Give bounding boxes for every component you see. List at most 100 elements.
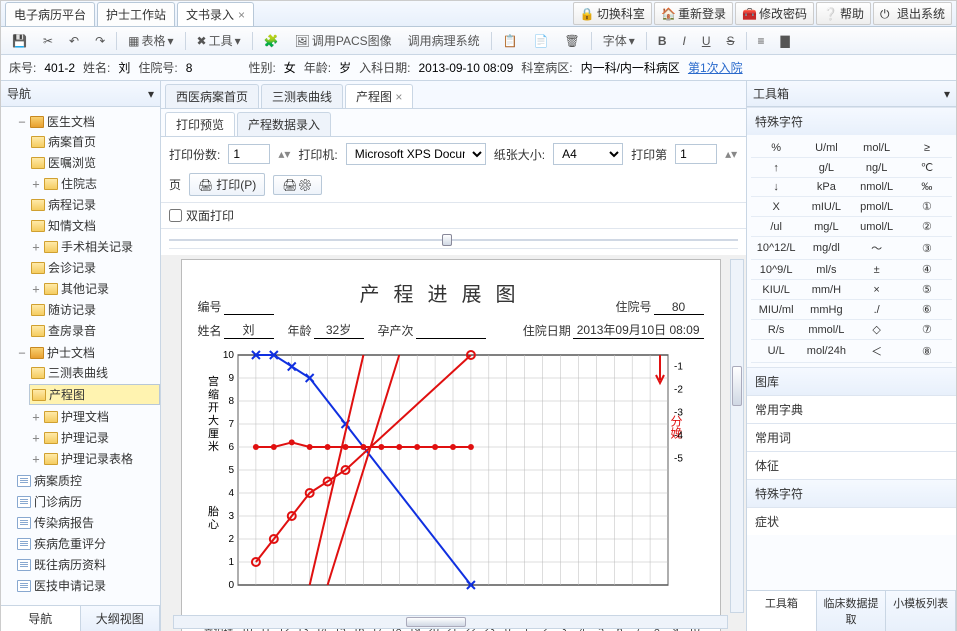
symbol-cell[interactable]: ④ [902, 260, 952, 280]
tool-pathology[interactable]: 调用病理系统 [403, 29, 485, 52]
toolbox-section-sym2[interactable]: 特殊字符 [747, 479, 956, 507]
admission-link[interactable]: 第1次入院 [688, 59, 743, 76]
toolbox-section-symbols[interactable]: 特殊字符 [747, 107, 956, 135]
change-password-button[interactable]: 🧰修改密码 [735, 2, 814, 25]
tree-item[interactable]: +护理记录 [29, 428, 160, 447]
tree-item[interactable]: 病程记录 [29, 195, 160, 214]
symbol-cell[interactable]: KIU/L [751, 280, 801, 300]
symbol-cell[interactable]: ＜ [852, 340, 902, 363]
tool-undo[interactable]: ↶ [64, 31, 84, 51]
switch-dept-button[interactable]: 🔒切换科室 [573, 2, 652, 25]
symbol-cell[interactable]: mm/H [801, 280, 851, 300]
symbol-cell[interactable]: ± [852, 260, 902, 280]
tree-item[interactable]: +其他记录 [29, 279, 160, 298]
duplex-checkbox[interactable] [169, 209, 182, 222]
tool-strike[interactable]: S [722, 31, 740, 51]
toolbox-section-word[interactable]: 常用词 [747, 423, 956, 451]
tool-align[interactable]: ≡ [753, 31, 770, 51]
toolbox-section-lib[interactable]: 图库 [747, 367, 956, 395]
tool-save[interactable]: 💾 [7, 31, 32, 51]
center-tab-2[interactable]: 产程图 × [345, 84, 413, 108]
main-tab-doc-entry[interactable]: 文书录入× [177, 2, 254, 26]
tree-nurse-root[interactable]: −护士文档 [15, 343, 160, 362]
main-tab-nurse[interactable]: 护士工作站 [97, 2, 175, 26]
symbol-cell[interactable]: ～ [852, 237, 902, 260]
nav-collapse-icon[interactable]: ▾ [148, 87, 154, 101]
tool-underline[interactable]: U [697, 31, 716, 51]
help-button[interactable]: ❔帮助 [816, 2, 871, 25]
symbol-cell[interactable]: ↑ [751, 158, 801, 178]
symbol-cell[interactable]: nmol/L [852, 178, 902, 197]
sub-tab-preview[interactable]: 打印预览 [165, 112, 235, 136]
hscrollbar[interactable] [173, 615, 728, 629]
exit-button[interactable]: ⏻退出系统 [873, 2, 952, 25]
tool-pacs[interactable]: 🖼 调用PACS图像 [290, 29, 397, 52]
tool-copy[interactable]: 📋 [498, 31, 523, 51]
center-tab-1[interactable]: 三测表曲线 [261, 84, 343, 108]
vscrollbar[interactable] [730, 259, 744, 613]
symbol-cell[interactable]: /ul [751, 217, 801, 237]
symbol-cell[interactable]: ⑦ [902, 320, 952, 340]
tool-tool[interactable]: ✖ 工具 ▾ [192, 29, 246, 52]
symbol-cell[interactable]: ‰ [902, 178, 952, 197]
tree-item[interactable]: 病案质控 [15, 471, 160, 490]
tree-item[interactable]: 医嘱浏览 [29, 153, 160, 172]
toolbox-section-sign[interactable]: 体征 [747, 451, 956, 479]
main-tab-emr[interactable]: 电子病历平台 [5, 2, 95, 26]
tree-item[interactable]: 三测表曲线 [29, 363, 160, 382]
symbol-cell[interactable]: ◇ [852, 320, 902, 340]
symbol-cell[interactable]: ③ [902, 237, 952, 260]
symbol-cell[interactable]: g/L [801, 158, 851, 178]
tree-item[interactable]: +手术相关记录 [29, 237, 160, 256]
print-settings-button[interactable]: 🖨⚙ [273, 175, 321, 195]
symbol-cell[interactable]: mg/dl [801, 237, 851, 260]
symbol-cell[interactable]: ⑤ [902, 280, 952, 300]
print-button[interactable]: 🖨打印(P) [189, 173, 265, 196]
tree-item[interactable]: 知情文档 [29, 216, 160, 235]
symbol-cell[interactable]: ⑥ [902, 300, 952, 320]
tree-item-selected[interactable]: 产程图 [29, 384, 160, 405]
tree-item[interactable]: 随访记录 [29, 300, 160, 319]
symbol-cell[interactable]: × [852, 280, 902, 300]
tool-font[interactable]: 字体 ▾ [598, 29, 640, 52]
relogin-button[interactable]: 🏠重新登录 [654, 2, 733, 25]
tree-item[interactable]: 传染病报告 [15, 513, 160, 532]
symbol-cell[interactable]: MIU/ml [751, 300, 801, 320]
tool-trash[interactable]: 🗑 [560, 31, 585, 51]
left-tab-outline[interactable]: 大纲视图 [81, 606, 161, 631]
tool-insert[interactable]: 🧩 [259, 31, 284, 51]
zoom-slider[interactable] [169, 231, 738, 249]
tree-item[interactable]: 既往病历资料 [15, 555, 160, 574]
tool-paste[interactable]: 📄 [529, 31, 554, 51]
tool-table[interactable]: ▦表格 ▾ [123, 29, 178, 52]
tree-item[interactable]: 查房录音 [29, 321, 160, 340]
symbol-cell[interactable]: 10^9/L [751, 260, 801, 280]
tree-item[interactable]: 会诊记录 [29, 258, 160, 277]
right-tab-toolbox[interactable]: 工具箱 [747, 591, 817, 631]
tree-item[interactable]: +护理文档 [29, 407, 160, 426]
tree-item[interactable]: 医技申请记录 [15, 576, 160, 595]
symbol-cell[interactable]: mIU/L [801, 197, 851, 217]
printer-select[interactable]: Microsoft XPS Docum… [346, 143, 486, 165]
toolbox-section-dict[interactable]: 常用字典 [747, 395, 956, 423]
symbol-cell[interactable]: % [751, 139, 801, 158]
symbol-cell[interactable]: U/ml [801, 139, 851, 158]
symbol-cell[interactable]: mol/L [852, 139, 902, 158]
symbol-cell[interactable]: 10^12/L [751, 237, 801, 260]
symbol-cell[interactable]: ⑧ [902, 340, 952, 363]
symbol-cell[interactable]: ≥ [902, 139, 952, 158]
toolbox-section-state[interactable]: 症状 [747, 507, 956, 535]
symbol-cell[interactable]: ℃ [902, 158, 952, 178]
symbol-cell[interactable]: ng/L [852, 158, 902, 178]
sub-tab-entry[interactable]: 产程数据录入 [237, 112, 331, 136]
close-icon[interactable]: × [238, 8, 245, 22]
symbol-cell[interactable]: ↓ [751, 178, 801, 197]
symbol-cell[interactable]: R/s [751, 320, 801, 340]
tree-doctor-root[interactable]: −医生文档 [15, 112, 160, 131]
tree-item[interactable]: +护理记录表格 [29, 449, 160, 468]
close-icon[interactable]: × [395, 90, 402, 104]
tree-item[interactable]: 门诊病历 [15, 492, 160, 511]
symbol-cell[interactable]: ml/s [801, 260, 851, 280]
page-from-input[interactable] [675, 144, 717, 164]
tool-bold[interactable]: B [653, 31, 672, 51]
